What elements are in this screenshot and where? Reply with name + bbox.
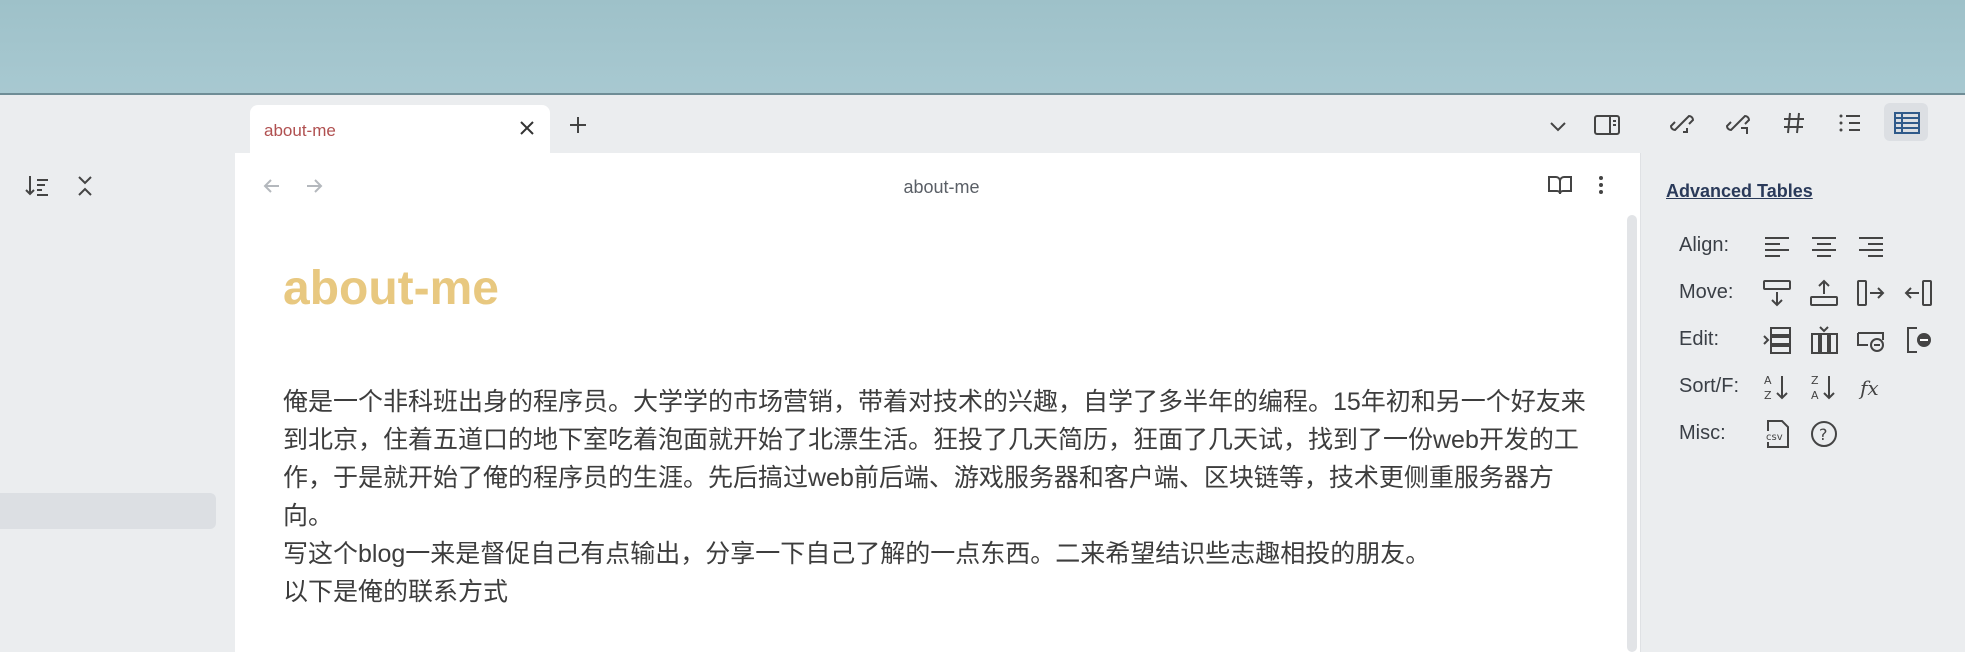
move-column-left-icon[interactable] bbox=[1900, 275, 1936, 311]
new-folder-icon[interactable] bbox=[0, 175, 2, 195]
document-body[interactable]: 俺是一个非科班出身的程序员。大学学的市场营销，带着对技术的兴趣，自学了多半年的编… bbox=[283, 383, 1603, 611]
delete-column-icon[interactable] bbox=[1900, 322, 1936, 358]
chevron-down-icon[interactable] bbox=[1545, 113, 1571, 139]
advanced-tables-icon[interactable] bbox=[1884, 103, 1928, 141]
collapse-all-icon[interactable] bbox=[72, 173, 98, 199]
row-label: Misc: bbox=[1679, 422, 1726, 444]
paragraph[interactable]: 俺是一个非科班出身的程序员。大学学的市场营销，带着对技术的兴趣，自学了多半年的编… bbox=[283, 383, 1603, 535]
row-label: Move: bbox=[1679, 281, 1734, 303]
sort-icon[interactable] bbox=[24, 173, 50, 199]
editor-pane: about-me about-me 俺是一个非科班出身的程序员。大学学的市场营销… bbox=[235, 153, 1640, 652]
right-sidebar-toggle-icon[interactable] bbox=[1592, 111, 1622, 139]
svg-text:A: A bbox=[1764, 374, 1772, 387]
align-left-icon[interactable] bbox=[1759, 228, 1795, 264]
file-tree-selected-item[interactable] bbox=[0, 493, 216, 529]
svg-text:Z: Z bbox=[1764, 389, 1772, 402]
tab-about-me[interactable]: about-me bbox=[250, 105, 550, 153]
new-tab-button[interactable] bbox=[564, 111, 592, 139]
align-center-icon[interactable] bbox=[1806, 228, 1842, 264]
delete-row-icon[interactable] bbox=[1853, 322, 1889, 358]
more-options-icon[interactable] bbox=[1591, 172, 1611, 198]
move-row-down-icon[interactable] bbox=[1759, 275, 1795, 311]
row-label: Sort/F: bbox=[1679, 375, 1740, 397]
sort-descending-icon[interactable]: ZA bbox=[1806, 369, 1842, 405]
svg-text:A: A bbox=[1811, 389, 1819, 402]
formula-icon[interactable]: fx bbox=[1853, 369, 1889, 405]
document-heading[interactable]: about-me bbox=[283, 261, 499, 316]
app-window: about-me about-me about-me 俺是一个非科班出身的程序员… bbox=[0, 95, 1965, 652]
outgoing-links-icon[interactable] bbox=[1716, 103, 1760, 141]
formula-label: fx bbox=[1858, 376, 1879, 400]
csv-label: csv bbox=[1766, 432, 1783, 443]
tab-title: about-me bbox=[264, 121, 336, 140]
view-header-title[interactable]: about-me bbox=[235, 177, 1648, 198]
move-row-up-icon[interactable] bbox=[1806, 275, 1842, 311]
sort-ascending-icon[interactable]: AZ bbox=[1759, 369, 1795, 405]
paragraph[interactable]: 以下是俺的联系方式 bbox=[283, 573, 1603, 611]
insert-column-icon[interactable] bbox=[1806, 322, 1842, 358]
help-icon[interactable]: ? bbox=[1806, 416, 1842, 452]
reading-mode-icon[interactable] bbox=[1547, 172, 1573, 198]
left-sidebar bbox=[0, 153, 235, 652]
outline-icon[interactable] bbox=[1828, 103, 1872, 141]
backlinks-icon[interactable] bbox=[1660, 103, 1704, 141]
move-column-right-icon[interactable] bbox=[1853, 275, 1889, 311]
close-icon[interactable] bbox=[516, 117, 538, 139]
scrollbar[interactable] bbox=[1627, 215, 1637, 652]
align-right-icon[interactable] bbox=[1853, 228, 1889, 264]
export-csv-icon[interactable]: csv bbox=[1759, 416, 1795, 452]
tags-icon[interactable] bbox=[1772, 103, 1816, 141]
insert-row-icon[interactable] bbox=[1759, 322, 1795, 358]
panel-title[interactable]: Advanced Tables bbox=[1666, 181, 1813, 202]
svg-text:Z: Z bbox=[1811, 374, 1819, 387]
row-label: Edit: bbox=[1679, 328, 1720, 350]
svg-text:?: ? bbox=[1819, 425, 1828, 444]
tab-strip: about-me bbox=[0, 95, 1965, 153]
paragraph[interactable]: 写这个blog一来是督促自己有点输出，分享一下自己了解的一点东西。二来希望结识些… bbox=[283, 535, 1603, 573]
row-label: Align: bbox=[1679, 234, 1730, 256]
advanced-tables-panel: Advanced Tables Align: Move: Edit: Sort/… bbox=[1640, 153, 1965, 652]
desktop-background bbox=[0, 0, 1965, 95]
